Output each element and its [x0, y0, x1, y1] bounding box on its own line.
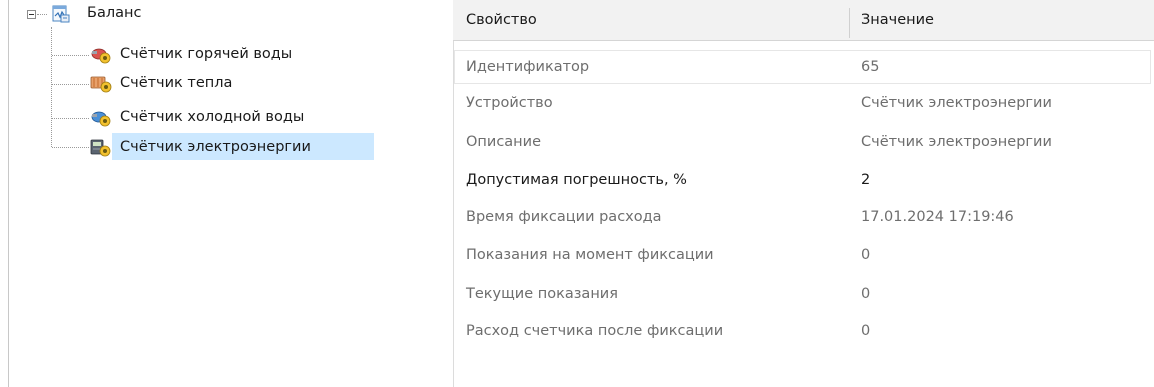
electricity-meter-icon: [90, 139, 111, 157]
property-value: Счётчик электроэнергии: [861, 134, 1052, 150]
property-row-description[interactable]: Описание Счётчик электроэнергии: [453, 124, 1154, 160]
column-resize-handle[interactable]: [849, 8, 850, 38]
balance-icon: [50, 5, 70, 23]
property-name: Допустимая погрешность, %: [466, 172, 687, 188]
tree-node-hot-water-meter[interactable]: Счётчик горячей воды: [9, 41, 449, 67]
property-row-current-reading[interactable]: Текущие показания 0: [453, 276, 1154, 312]
tree-node-heat-meter[interactable]: Счётчик тепла: [9, 70, 449, 96]
tree-node-root[interactable]: Баланс: [9, 0, 449, 26]
grid-header: Свойство Значение: [453, 0, 1154, 41]
tree-node-label: Счётчик горячей воды: [120, 46, 293, 62]
property-value: 65: [861, 59, 880, 75]
property-value: 0: [861, 247, 871, 263]
heat-meter-icon: [90, 75, 112, 93]
property-name: Время фиксации расхода: [466, 209, 662, 225]
property-row-tolerance[interactable]: Допустимая погрешность, % 2: [453, 162, 1154, 198]
property-name: Устройство: [466, 95, 553, 111]
property-value: 0: [861, 323, 871, 339]
column-header-value[interactable]: Значение: [861, 0, 934, 40]
tolerance-value-field[interactable]: 2: [861, 162, 870, 198]
tree-node-label: Счётчик электроэнергии: [120, 139, 311, 155]
property-row-device[interactable]: Устройство Счётчик электроэнергии: [453, 85, 1154, 121]
tree-node-cold-water-meter[interactable]: Счётчик холодной воды: [9, 104, 449, 130]
device-tree: Баланс Счётчик горячей воды Счётчик тепл…: [9, 0, 453, 387]
property-name: Идентификатор: [466, 59, 590, 75]
hot-water-meter-icon: [90, 46, 111, 64]
tree-node-electricity-meter[interactable]: Счётчик электроэнергии: [9, 134, 449, 160]
property-name: Описание: [466, 134, 541, 150]
property-row-fixation-reading[interactable]: Показания на момент фиксации 0: [453, 237, 1154, 273]
cold-water-meter-icon: [90, 109, 111, 127]
tree-node-label: Счётчик тепла: [120, 75, 233, 91]
property-grid: Свойство Значение Идентификатор 65 Устро…: [453, 0, 1154, 387]
property-row-fixation-time[interactable]: Время фиксации расхода 17.01.2024 17:19:…: [453, 199, 1154, 235]
property-value: 17.01.2024 17:19:46: [861, 209, 1014, 225]
property-value: 0: [861, 286, 871, 302]
collapse-toggle-icon[interactable]: [27, 10, 36, 19]
property-name: Текущие показания: [466, 286, 618, 302]
property-name: Показания на момент фиксации: [466, 247, 714, 263]
tree-node-label: Баланс: [87, 5, 142, 21]
property-name: Расход счетчика после фиксации: [466, 323, 724, 339]
column-header-property[interactable]: Свойство: [466, 0, 537, 40]
property-row-consumption-after-fixation[interactable]: Расход счетчика после фиксации 0: [453, 313, 1154, 349]
device-properties-window: Баланс Счётчик горячей воды Счётчик тепл…: [0, 0, 1154, 387]
tree-node-label: Счётчик холодной воды: [120, 109, 305, 125]
property-value: Счётчик электроэнергии: [861, 95, 1052, 111]
property-row-identifier[interactable]: Идентификатор 65: [453, 49, 1154, 85]
